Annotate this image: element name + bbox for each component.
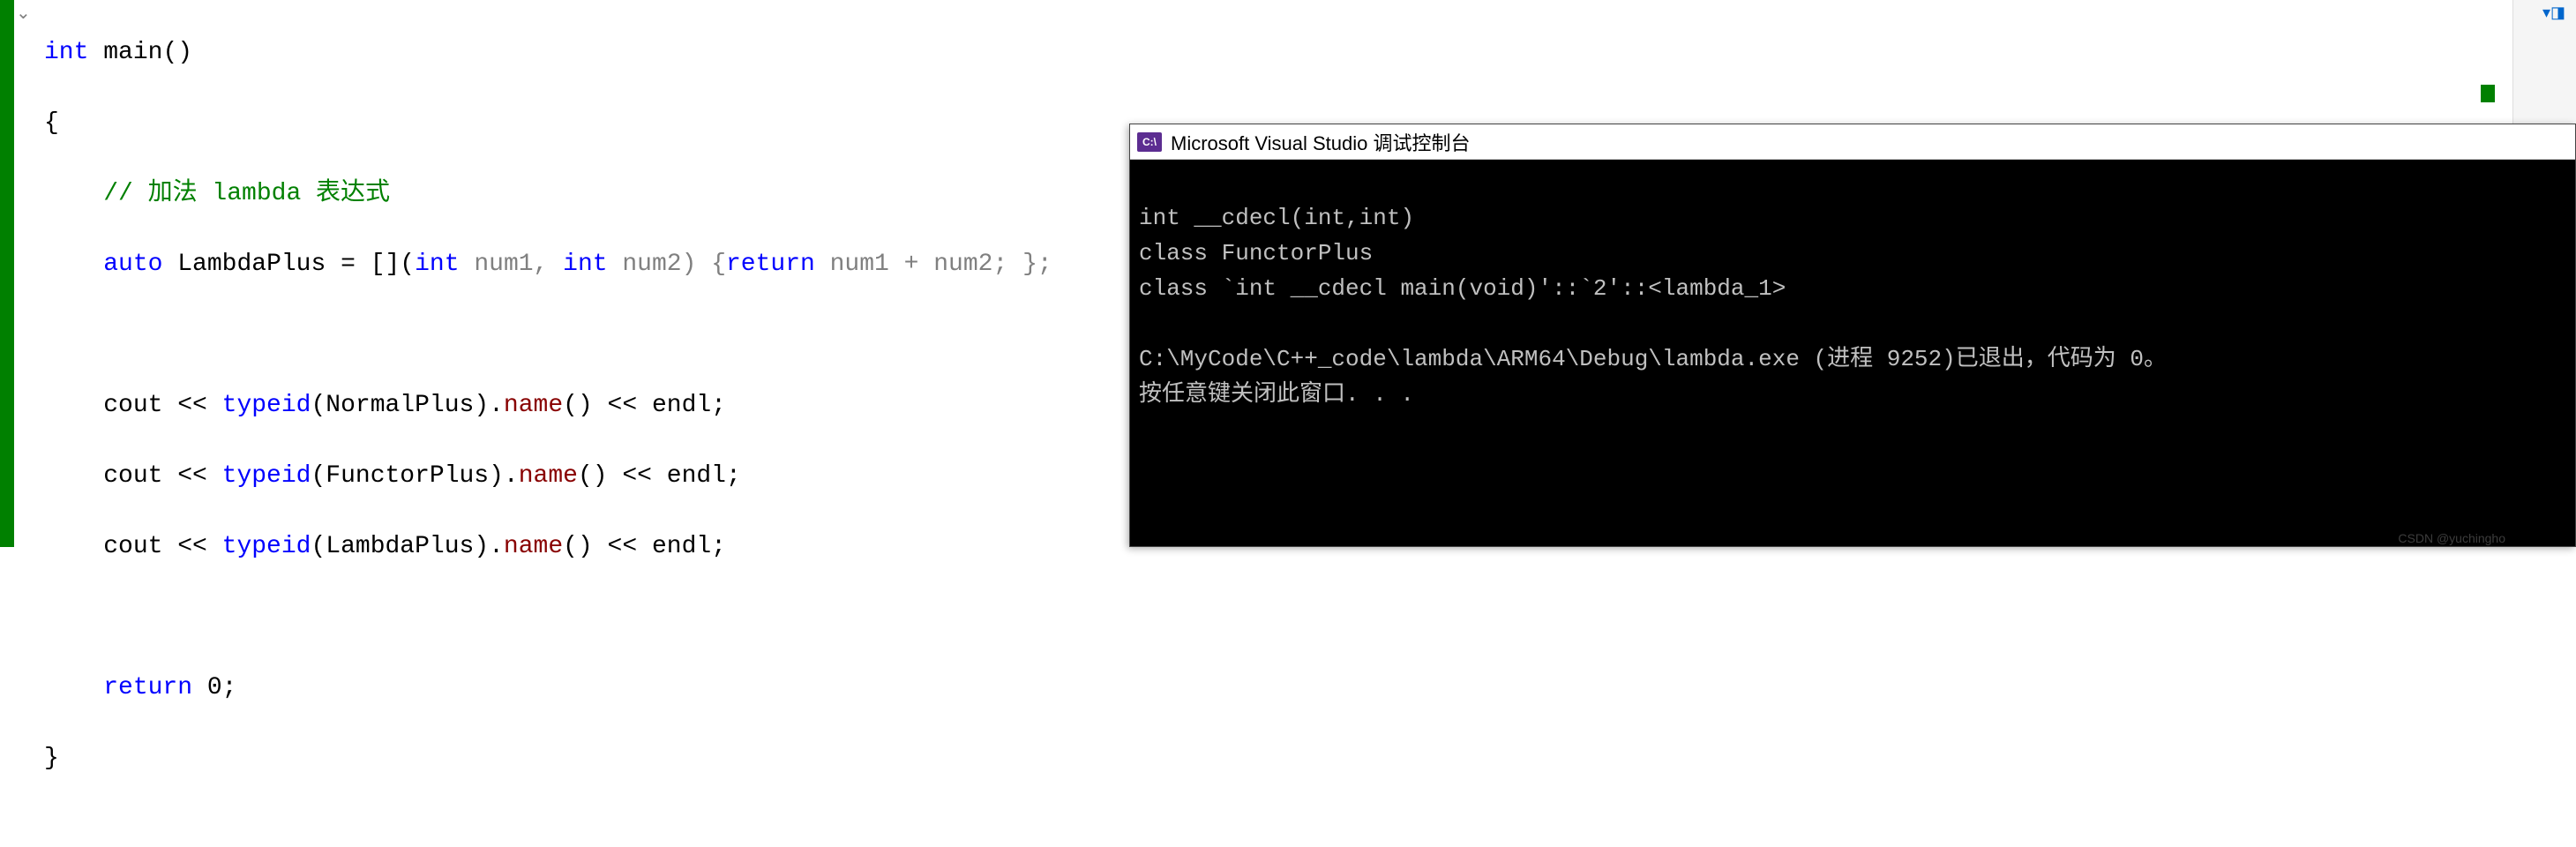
- console-title: Microsoft Visual Studio 调试控制台: [1171, 128, 1470, 156]
- fold-collapse-icon[interactable]: ⌄: [16, 2, 31, 25]
- open-brace: {: [44, 109, 59, 137]
- keyword-int: int: [44, 39, 88, 66]
- function-name: main: [103, 39, 162, 66]
- change-indicator-bar: [0, 0, 14, 547]
- console-output[interactable]: int __cdecl(int,int) class FunctorPlus c…: [1130, 160, 2575, 453]
- change-marker-icon: [2481, 85, 2495, 102]
- console-line: class FunctorPlus: [1139, 240, 1373, 266]
- comment-line: // 加法 lambda 表达式: [103, 180, 390, 207]
- console-line: 按任意键关闭此窗口. . .: [1139, 381, 1414, 408]
- keyword-return: return: [103, 674, 192, 701]
- parens: (): [162, 39, 192, 66]
- keyword-auto: auto: [103, 251, 162, 278]
- debug-console-window: C:\ Microsoft Visual Studio 调试控制台 int __…: [1129, 124, 2576, 547]
- console-line: class `int __cdecl main(void)'::`2'::<la…: [1139, 275, 1786, 302]
- vs-console-icon: C:\: [1137, 132, 1162, 152]
- var-lambdaplus: LambdaPlus: [177, 251, 326, 278]
- split-icon[interactable]: ▾◨: [2542, 4, 2565, 23]
- close-brace: }: [44, 745, 59, 772]
- console-line: C:\MyCode\C++_code\lambda\ARM64\Debug\la…: [1139, 346, 2167, 372]
- console-titlebar[interactable]: C:\ Microsoft Visual Studio 调试控制台: [1130, 124, 2575, 160]
- fold-gutter[interactable]: ⌄: [14, 0, 44, 547]
- console-line: int __cdecl(int,int): [1139, 205, 1414, 231]
- watermark-text: CSDN @yuchingho: [2398, 531, 2505, 545]
- typeid-keyword: typeid: [222, 392, 311, 419]
